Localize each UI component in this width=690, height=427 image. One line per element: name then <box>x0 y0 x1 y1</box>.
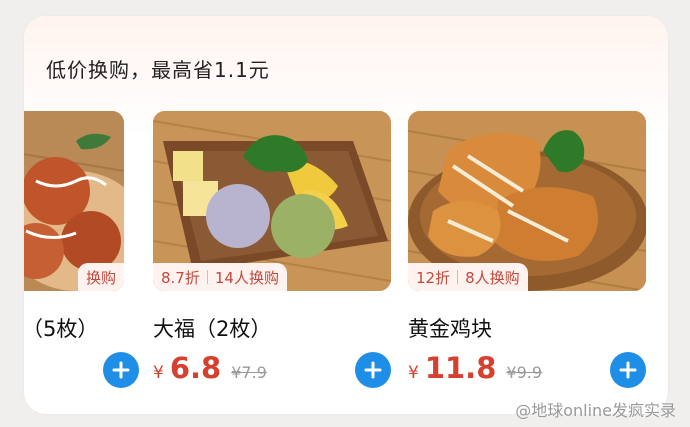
tag-divider <box>206 270 208 284</box>
plus-icon <box>112 361 130 379</box>
tag-divider <box>457 270 459 284</box>
tag-discount: 12折 <box>416 268 451 287</box>
product-tag: 换购 <box>77 263 124 291</box>
tag-buyers: 换购 <box>85 268 116 287</box>
product-name: （5枚） <box>24 317 99 341</box>
product-item-daifuku[interactable]: 8.7折 14人换购 大福（2枚） ¥ 6.8 ¥7.9 <box>153 111 391 411</box>
add-button[interactable] <box>610 352 646 388</box>
add-button[interactable] <box>355 352 391 388</box>
price-currency: ¥ <box>153 363 164 383</box>
product-tag: 8.7折 14人换购 <box>153 263 287 291</box>
product-tag: 12折 8人换购 <box>408 263 528 291</box>
weibo-watermark: @地球online发疯实录 <box>515 397 676 421</box>
product-item-chicken-nuggets[interactable]: 12折 8人换购 黄金鸡块 ¥ 11.8 ¥9.9 <box>408 111 646 411</box>
original-price: ¥9.9 <box>506 363 543 382</box>
price-value: 6.8 <box>169 351 222 385</box>
tag-buyers: 8人换购 <box>465 268 520 287</box>
price-row: ¥ 11.8 ¥9.9 <box>408 351 542 385</box>
original-price: ¥7.9 <box>231 363 267 382</box>
plus-icon <box>364 361 382 379</box>
product-name: 黄金鸡块 <box>408 317 492 341</box>
watermark-text: @地球online发疯实录 <box>515 401 676 420</box>
price-row: ¥ 6.8 ¥7.9 <box>153 351 267 385</box>
price-currency: ¥ <box>408 363 419 383</box>
tag-discount: 8.7折 <box>161 268 200 287</box>
tag-buyers: 14人换购 <box>214 268 279 287</box>
product-carousel[interactable]: 换购 （5枚） 8.7折 14人换购 大福（2枚） ¥ 6.8 ¥7.9 12折… <box>24 16 668 414</box>
product-image[interactable]: 换购 <box>24 111 124 291</box>
product-image[interactable]: 12折 8人换购 <box>408 111 646 291</box>
plus-icon <box>619 361 637 379</box>
add-button[interactable] <box>103 352 139 388</box>
price-value: 11.8 <box>424 351 497 385</box>
product-image[interactable]: 8.7折 14人换购 <box>153 111 391 291</box>
swap-deal-card: 低价换购，最高省1.1元 换购 （5枚） 8.7折 14人换购 大福（2枚） ¥… <box>24 16 668 414</box>
product-item-takoyaki[interactable]: 换购 （5枚） <box>24 111 139 411</box>
product-name: 大福（2枚） <box>153 317 272 341</box>
